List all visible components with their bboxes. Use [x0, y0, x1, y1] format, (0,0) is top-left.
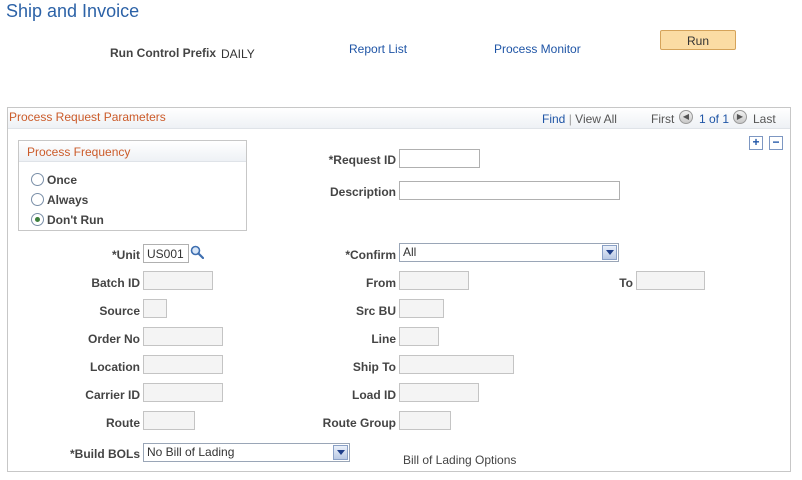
view-all-link[interactable]: View All: [575, 112, 617, 126]
chevron-down-icon[interactable]: [333, 445, 348, 460]
run-control-prefix-value: DAILY: [221, 47, 255, 61]
chevron-down-icon[interactable]: [602, 245, 617, 260]
load-id-input[interactable]: [399, 383, 479, 402]
carrier-id-label: Carrier ID: [85, 388, 140, 402]
request-id-label: *Request ID: [328, 153, 396, 167]
batch-id-input[interactable]: [143, 271, 213, 290]
first-label: First: [651, 112, 675, 126]
confirm-selected-value: All: [403, 245, 417, 259]
line-label: Line: [371, 332, 396, 346]
process-monitor-link[interactable]: Process Monitor: [494, 42, 581, 56]
src-bu-input[interactable]: [399, 299, 444, 318]
unit-input[interactable]: [143, 244, 189, 263]
report-list-link[interactable]: Report List: [349, 42, 407, 56]
ship-to-input[interactable]: [399, 355, 514, 374]
last-label: Last: [753, 112, 776, 126]
batch-id-label: Batch ID: [91, 276, 140, 290]
to-label: To: [619, 276, 633, 290]
radio-always[interactable]: [31, 193, 44, 206]
previous-row-icon[interactable]: ◀: [679, 110, 693, 124]
panel-title: Process Request Parameters: [9, 110, 166, 124]
source-input[interactable]: [143, 299, 167, 318]
route-group-label: Route Group: [322, 416, 396, 430]
confirm-select[interactable]: All: [399, 243, 619, 262]
confirm-label: *Confirm: [345, 248, 396, 262]
add-row-icon[interactable]: +: [749, 136, 763, 150]
ship-to-label: Ship To: [352, 360, 396, 374]
radio-selected-dot: [35, 217, 40, 222]
page-count: 1 of 1: [699, 112, 730, 126]
radio-dont-run[interactable]: [31, 213, 44, 226]
carrier-id-input[interactable]: [143, 383, 223, 402]
unit-lookup-search-icon[interactable]: [190, 245, 204, 259]
delete-row-icon[interactable]: −: [769, 136, 783, 150]
radio-once[interactable]: [31, 173, 44, 186]
next-row-icon[interactable]: ▶: [733, 110, 747, 124]
location-label: Location: [90, 360, 140, 374]
route-input[interactable]: [143, 411, 195, 430]
build-bols-selected-value: No Bill of Lading: [147, 445, 235, 459]
from-input[interactable]: [399, 271, 469, 290]
order-no-input[interactable]: [143, 327, 223, 346]
line-input[interactable]: [399, 327, 439, 346]
page-title: Ship and Invoice: [6, 1, 140, 21]
src-bu-label: Src BU: [355, 304, 396, 318]
process-frequency-title: Process Frequency: [27, 145, 131, 159]
from-label: From: [366, 276, 396, 290]
load-id-label: Load ID: [352, 388, 396, 402]
to-input[interactable]: [636, 271, 705, 290]
location-input[interactable]: [143, 355, 223, 374]
description-input[interactable]: [399, 181, 620, 200]
bill-of-lading-options-label: Bill of Lading Options: [403, 453, 517, 467]
build-bols-select[interactable]: No Bill of Lading: [143, 443, 350, 462]
run-control-prefix-label: Run Control Prefix: [110, 46, 217, 60]
route-label: Route: [106, 416, 140, 430]
request-id-input[interactable]: [399, 149, 480, 168]
radio-always-label: Always: [47, 193, 89, 207]
description-label: Description: [329, 185, 396, 199]
unit-label: *Unit: [112, 248, 140, 262]
radio-once-label: Once: [47, 173, 78, 187]
run-button[interactable]: Run: [660, 30, 736, 50]
nav-separator: |: [568, 112, 572, 126]
radio-dont-run-label: Don't Run: [47, 213, 104, 227]
order-no-label: Order No: [87, 332, 140, 346]
source-label: Source: [99, 304, 140, 318]
route-group-input[interactable]: [399, 411, 451, 430]
build-bols-label: *Build BOLs: [69, 447, 140, 461]
find-link[interactable]: Find: [542, 112, 565, 126]
